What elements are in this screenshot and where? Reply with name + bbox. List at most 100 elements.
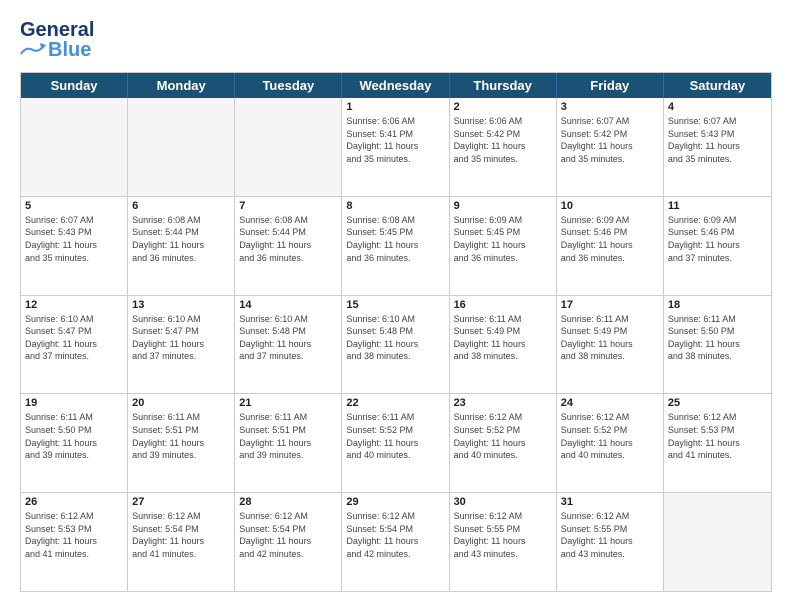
day-info: Sunrise: 6:09 AM Sunset: 5:46 PM Dayligh…	[668, 214, 767, 264]
day-number: 24	[561, 397, 659, 409]
day-cell: 20 Sunrise: 6:11 AM Sunset: 5:51 PM Dayli…	[128, 394, 235, 492]
day-number: 23	[454, 397, 552, 409]
day-cell: 13Sunrise: 6:10 AM Sunset: 5:47 PM Dayli…	[128, 296, 235, 394]
logo-general-text: General	[20, 20, 94, 40]
day-cell: 29Sunrise: 6:12 AM Sunset: 5:54 PM Dayli…	[342, 493, 449, 591]
day-info: Sunrise: 6:11 AM Sunset: 5:51 PM Dayligh…	[239, 411, 337, 461]
day-number: 1	[346, 101, 444, 113]
day-number: 2	[454, 101, 552, 113]
week-row-5: 26Sunrise: 6:12 AM Sunset: 5:53 PM Dayli…	[21, 492, 771, 591]
week-row-3: 12 Sunrise: 6:10 AM Sunset: 5:47 PM Dayli…	[21, 295, 771, 394]
day-info: Sunrise: 6:07 AM Sunset: 5:43 PM Dayligh…	[25, 214, 123, 264]
day-cell: 2 Sunrise: 6:06 AM Sunset: 5:42 PM Daylig…	[450, 98, 557, 196]
day-number: 15	[346, 299, 444, 311]
day-header-saturday: Saturday	[664, 73, 771, 98]
day-cell: 27 Sunrise: 6:12 AM Sunset: 5:54 PM Dayli…	[128, 493, 235, 591]
logo: General Blue	[20, 20, 94, 60]
day-info: Sunrise: 6:12 AM Sunset: 5:55 PM Dayligh…	[454, 510, 552, 560]
logo-wave-icon	[20, 42, 46, 58]
day-cell: 7Sunrise: 6:08 AM Sunset: 5:44 PM Daylig…	[235, 197, 342, 295]
day-number: 21	[239, 397, 337, 409]
day-cell: 22 Sunrise: 6:11 AM Sunset: 5:52 PM Dayli…	[342, 394, 449, 492]
day-header-wednesday: Wednesday	[342, 73, 449, 98]
weeks: 1 Sunrise: 6:06 AM Sunset: 5:41 PM Daylig…	[21, 98, 771, 591]
day-info: Sunrise: 6:11 AM Sunset: 5:50 PM Dayligh…	[668, 313, 767, 363]
day-info: Sunrise: 6:11 AM Sunset: 5:51 PM Dayligh…	[132, 411, 230, 461]
day-cell: 18 Sunrise: 6:11 AM Sunset: 5:50 PM Dayli…	[664, 296, 771, 394]
day-info: Sunrise: 6:11 AM Sunset: 5:49 PM Dayligh…	[454, 313, 552, 363]
day-number: 20	[132, 397, 230, 409]
week-row-2: 5 Sunrise: 6:07 AM Sunset: 5:43 PM Daylig…	[21, 196, 771, 295]
day-info: Sunrise: 6:11 AM Sunset: 5:50 PM Dayligh…	[25, 411, 123, 461]
day-number: 22	[346, 397, 444, 409]
day-number: 7	[239, 200, 337, 212]
day-number: 26	[25, 496, 123, 508]
day-info: Sunrise: 6:06 AM Sunset: 5:42 PM Dayligh…	[454, 115, 552, 165]
day-info: Sunrise: 6:10 AM Sunset: 5:48 PM Dayligh…	[346, 313, 444, 363]
day-info: Sunrise: 6:12 AM Sunset: 5:54 PM Dayligh…	[239, 510, 337, 560]
day-info: Sunrise: 6:06 AM Sunset: 5:41 PM Dayligh…	[346, 115, 444, 165]
day-number: 28	[239, 496, 337, 508]
day-cell	[21, 98, 128, 196]
day-header-sunday: Sunday	[21, 73, 128, 98]
day-number: 30	[454, 496, 552, 508]
day-info: Sunrise: 6:10 AM Sunset: 5:48 PM Dayligh…	[239, 313, 337, 363]
day-cell: 14 Sunrise: 6:10 AM Sunset: 5:48 PM Dayli…	[235, 296, 342, 394]
day-cell: 16 Sunrise: 6:11 AM Sunset: 5:49 PM Dayli…	[450, 296, 557, 394]
day-info: Sunrise: 6:11 AM Sunset: 5:52 PM Dayligh…	[346, 411, 444, 461]
day-cell: 31 Sunrise: 6:12 AM Sunset: 5:55 PM Dayli…	[557, 493, 664, 591]
day-header-monday: Monday	[128, 73, 235, 98]
day-info: Sunrise: 6:10 AM Sunset: 5:47 PM Dayligh…	[132, 313, 230, 363]
day-number: 3	[561, 101, 659, 113]
logo-blue-label: Blue	[48, 40, 91, 60]
week-row-4: 19 Sunrise: 6:11 AM Sunset: 5:50 PM Dayli…	[21, 393, 771, 492]
day-cell: 24 Sunrise: 6:12 AM Sunset: 5:52 PM Dayli…	[557, 394, 664, 492]
day-headers: SundayMondayTuesdayWednesdayThursdayFrid…	[21, 73, 771, 98]
day-info: Sunrise: 6:12 AM Sunset: 5:53 PM Dayligh…	[668, 411, 767, 461]
day-cell	[128, 98, 235, 196]
day-cell: 30 Sunrise: 6:12 AM Sunset: 5:55 PM Dayli…	[450, 493, 557, 591]
day-cell	[235, 98, 342, 196]
calendar: SundayMondayTuesdayWednesdayThursdayFrid…	[20, 72, 772, 592]
day-number: 6	[132, 200, 230, 212]
day-number: 8	[346, 200, 444, 212]
day-number: 9	[454, 200, 552, 212]
week-row-1: 1 Sunrise: 6:06 AM Sunset: 5:41 PM Daylig…	[21, 98, 771, 196]
day-info: Sunrise: 6:12 AM Sunset: 5:52 PM Dayligh…	[561, 411, 659, 461]
day-cell: 1 Sunrise: 6:06 AM Sunset: 5:41 PM Daylig…	[342, 98, 449, 196]
day-number: 27	[132, 496, 230, 508]
day-number: 19	[25, 397, 123, 409]
day-cell: 9Sunrise: 6:09 AM Sunset: 5:45 PM Daylig…	[450, 197, 557, 295]
day-cell: 11 Sunrise: 6:09 AM Sunset: 5:46 PM Dayli…	[664, 197, 771, 295]
day-cell: 8Sunrise: 6:08 AM Sunset: 5:45 PM Daylig…	[342, 197, 449, 295]
day-info: Sunrise: 6:09 AM Sunset: 5:46 PM Dayligh…	[561, 214, 659, 264]
header: General Blue	[20, 20, 772, 60]
day-cell: 19 Sunrise: 6:11 AM Sunset: 5:50 PM Dayli…	[21, 394, 128, 492]
day-number: 11	[668, 200, 767, 212]
day-number: 12	[25, 299, 123, 311]
day-info: Sunrise: 6:12 AM Sunset: 5:54 PM Dayligh…	[132, 510, 230, 560]
day-cell: 10Sunrise: 6:09 AM Sunset: 5:46 PM Dayli…	[557, 197, 664, 295]
day-info: Sunrise: 6:10 AM Sunset: 5:47 PM Dayligh…	[25, 313, 123, 363]
day-cell: 12 Sunrise: 6:10 AM Sunset: 5:47 PM Dayli…	[21, 296, 128, 394]
day-cell: 28 Sunrise: 6:12 AM Sunset: 5:54 PM Dayli…	[235, 493, 342, 591]
day-number: 31	[561, 496, 659, 508]
day-info: Sunrise: 6:12 AM Sunset: 5:54 PM Dayligh…	[346, 510, 444, 560]
day-cell: 3 Sunrise: 6:07 AM Sunset: 5:42 PM Daylig…	[557, 98, 664, 196]
day-cell: 5 Sunrise: 6:07 AM Sunset: 5:43 PM Daylig…	[21, 197, 128, 295]
day-info: Sunrise: 6:12 AM Sunset: 5:55 PM Dayligh…	[561, 510, 659, 560]
day-number: 18	[668, 299, 767, 311]
day-number: 17	[561, 299, 659, 311]
day-number: 16	[454, 299, 552, 311]
day-number: 5	[25, 200, 123, 212]
day-cell: 17Sunrise: 6:11 AM Sunset: 5:49 PM Dayli…	[557, 296, 664, 394]
day-cell	[664, 493, 771, 591]
day-info: Sunrise: 6:07 AM Sunset: 5:42 PM Dayligh…	[561, 115, 659, 165]
day-cell: 21 Sunrise: 6:11 AM Sunset: 5:51 PM Dayli…	[235, 394, 342, 492]
day-info: Sunrise: 6:08 AM Sunset: 5:44 PM Dayligh…	[132, 214, 230, 264]
day-cell: 23Sunrise: 6:12 AM Sunset: 5:52 PM Dayli…	[450, 394, 557, 492]
day-header-thursday: Thursday	[450, 73, 557, 98]
day-cell: 25Sunrise: 6:12 AM Sunset: 5:53 PM Dayli…	[664, 394, 771, 492]
day-cell: 6 Sunrise: 6:08 AM Sunset: 5:44 PM Daylig…	[128, 197, 235, 295]
day-number: 14	[239, 299, 337, 311]
